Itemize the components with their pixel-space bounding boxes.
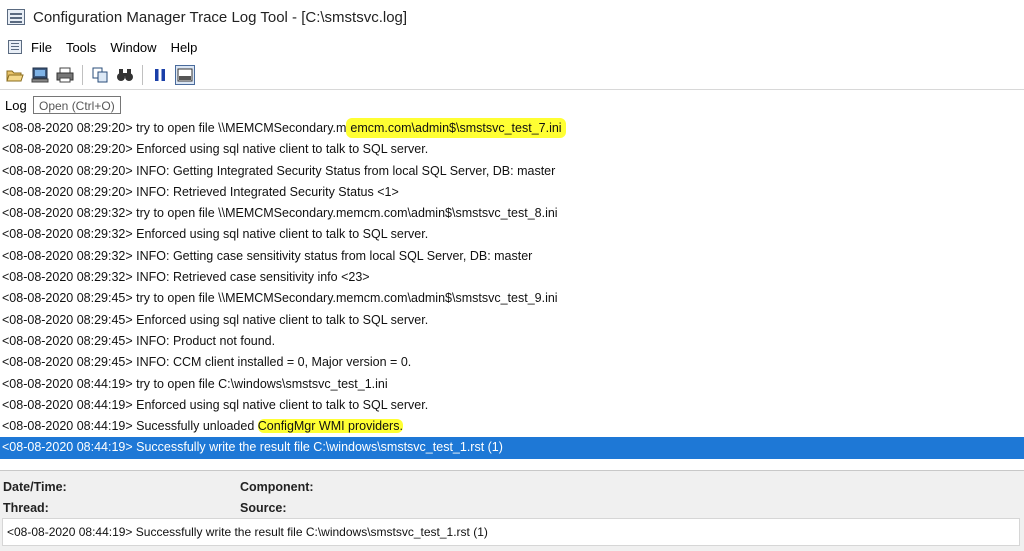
log-message: INFO: Product not found. [132, 333, 276, 348]
log-message: Enforced using sql native client to talk… [132, 227, 429, 242]
log-message: Enforced using sql native client to talk… [132, 397, 429, 412]
log-row[interactable]: <08-08-2020 08:29:20> INFO: Getting Inte… [0, 161, 1024, 182]
computer-icon[interactable] [30, 65, 50, 85]
log-row[interactable]: <08-08-2020 08:29:45> INFO: CCM client i… [0, 352, 1024, 373]
log-row[interactable]: <08-08-2020 08:44:19> try to open file C… [0, 374, 1024, 395]
log-header: Log Open (Ctrl+O) [0, 96, 1024, 116]
log-row[interactable]: <08-08-2020 08:29:32> try to open file \… [0, 203, 1024, 224]
log-row[interactable]: <08-08-2020 08:29:45> try to open file \… [0, 288, 1024, 309]
title-bar: Configuration Manager Trace Log Tool - [… [0, 0, 1024, 34]
log-message: INFO: Retrieved Integrated Security Stat… [132, 184, 399, 199]
log-row[interactable]: <08-08-2020 08:29:20> try to open file \… [0, 118, 1024, 139]
component-label: Component: [240, 480, 314, 494]
menu-file[interactable]: File [31, 40, 52, 55]
log-highlight: ConfigMgr WMI providers. [257, 419, 403, 434]
log-message: try to open file \\MEMCMSecondary.memcm.… [132, 291, 558, 306]
log-message: Enforced using sql native client to talk… [132, 142, 429, 157]
toolbar-separator [82, 65, 83, 85]
log-row[interactable]: <08-08-2020 08:29:20> Enforced using sql… [0, 139, 1024, 160]
detail-pane: Date/Time: Component: Thread: Source: <0… [0, 470, 1024, 551]
datetime-label: Date/Time: [3, 480, 67, 494]
pause-icon[interactable] [150, 65, 170, 85]
log-time: <08-08-2020 08:29:20> [2, 184, 133, 199]
log-time: <08-08-2020 08:29:32> [2, 227, 133, 242]
log-row[interactable]: <08-08-2020 08:44:19> Sucessfully unload… [0, 416, 1024, 437]
log-time: <08-08-2020 08:29:45> [2, 355, 133, 370]
log-time: <08-08-2020 08:29:45> [2, 333, 133, 348]
menu-tools[interactable]: Tools [66, 40, 96, 55]
thread-label: Thread: [3, 501, 49, 515]
tooltip: Open (Ctrl+O) [33, 96, 121, 114]
log-highlight: emcm.com\admin$\smstsvc_test_7.ini [346, 118, 566, 138]
log-row[interactable]: <08-08-2020 08:29:32> Enforced using sql… [0, 224, 1024, 245]
app-icon [7, 9, 25, 25]
log-time: <08-08-2020 08:29:32> [2, 248, 133, 263]
log-time: <08-08-2020 08:44:19> [2, 397, 133, 412]
log-row[interactable]: <08-08-2020 08:29:32> INFO: Retrieved ca… [0, 267, 1024, 288]
log-column-header[interactable]: Log [5, 98, 27, 113]
log-row[interactable]: <08-08-2020 08:29:45> Enforced using sql… [0, 310, 1024, 331]
log-message: try to open file \\MEMCMSecondary.m [132, 121, 347, 135]
log-list[interactable]: <08-08-2020 08:29:20> try to open file \… [0, 118, 1024, 459]
log-time: <08-08-2020 08:29:32> [2, 206, 133, 221]
log-row-selected[interactable]: <08-08-2020 08:44:19> Successfully write… [0, 437, 1024, 459]
menu-help[interactable]: Help [171, 40, 198, 55]
log-row[interactable]: <08-08-2020 08:29:45> INFO: Product not … [0, 331, 1024, 352]
open-folder-icon[interactable] [5, 65, 25, 85]
log-message: Sucessfully unloaded [132, 419, 258, 434]
log-time: <08-08-2020 08:29:45> [2, 291, 133, 306]
log-time: <08-08-2020 08:44:19> [2, 376, 133, 391]
window-title: Configuration Manager Trace Log Tool - [… [33, 8, 408, 26]
menu-window[interactable]: Window [110, 40, 156, 55]
toolbar-separator [142, 65, 143, 85]
log-time: <08-08-2020 08:29:20> [2, 121, 133, 135]
log-time: <08-08-2020 08:44:19> [2, 419, 133, 434]
log-message: INFO: Retrieved case sensitivity info <2… [132, 270, 370, 285]
message-detail[interactable]: <08-08-2020 08:44:19> Successfully write… [2, 518, 1020, 546]
log-message: try to open file \\MEMCMSecondary.memcm.… [132, 206, 558, 221]
log-message: Enforced using sql native client to talk… [132, 312, 429, 327]
detail-pane-icon[interactable] [175, 65, 195, 85]
log-message: INFO: CCM client installed = 0, Major ve… [132, 355, 412, 370]
log-time: <08-08-2020 08:29:45> [2, 312, 133, 327]
log-message: try to open file C:\windows\smstsvc_test… [132, 376, 388, 391]
print-icon[interactable] [55, 65, 75, 85]
copy-icon[interactable] [90, 65, 110, 85]
log-message: INFO: Getting Integrated Security Status… [132, 163, 556, 178]
menu-bar: File Tools Window Help [0, 36, 1024, 58]
log-row[interactable]: <08-08-2020 08:29:20> INFO: Retrieved In… [0, 182, 1024, 203]
log-row[interactable]: <08-08-2020 08:29:32> INFO: Getting case… [0, 246, 1024, 267]
find-icon[interactable] [115, 65, 135, 85]
toolbar [0, 61, 1024, 90]
source-label: Source: [240, 501, 287, 515]
log-time: <08-08-2020 08:29:32> [2, 270, 133, 285]
log-message: Successfully write the result file C:\wi… [132, 440, 503, 455]
log-time: <08-08-2020 08:29:20> [2, 142, 133, 157]
log-message: INFO: Getting case sensitivity status fr… [132, 248, 533, 263]
system-menu-icon[interactable] [8, 40, 22, 54]
log-time: <08-08-2020 08:29:20> [2, 163, 133, 178]
log-time: <08-08-2020 08:44:19> [2, 440, 133, 455]
log-row[interactable]: <08-08-2020 08:44:19> Enforced using sql… [0, 395, 1024, 416]
